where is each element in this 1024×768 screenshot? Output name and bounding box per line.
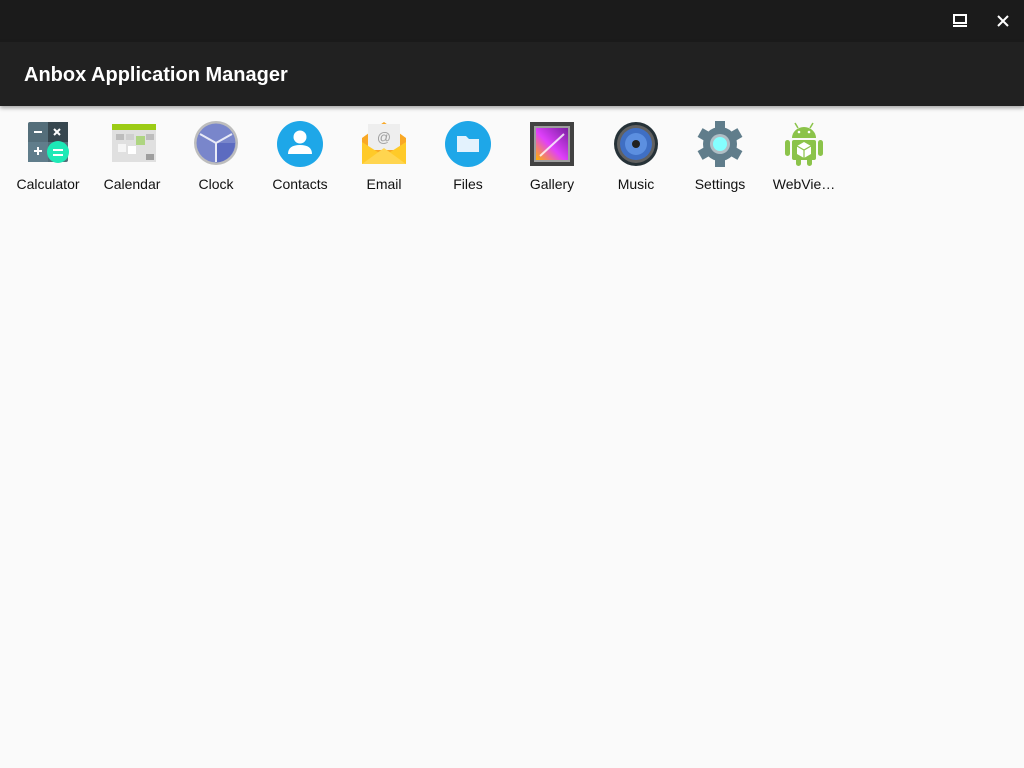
app-calendar[interactable]: Calendar: [90, 120, 174, 194]
files-icon: [445, 121, 491, 167]
app-contacts[interactable]: Contacts: [258, 120, 342, 194]
calculator-icon: [28, 122, 69, 163]
app-music[interactable]: Music: [594, 120, 678, 194]
contacts-icon: [277, 121, 323, 167]
close-icon: [997, 15, 1009, 27]
app-webview[interactable]: WebVie…: [762, 120, 846, 194]
email-icon: @: [362, 122, 406, 164]
app-clock[interactable]: Clock: [174, 120, 258, 194]
music-icon: [614, 122, 658, 166]
gallery-icon: [530, 122, 574, 166]
app-settings[interactable]: Settings: [678, 120, 762, 194]
app-label: Calendar: [103, 176, 161, 192]
app-email[interactable]: @ Email: [342, 120, 426, 194]
webview-android-icon: [785, 122, 823, 166]
app-gallery[interactable]: Gallery: [510, 120, 594, 194]
app-bar: Anbox Application Manager: [0, 42, 1024, 106]
restore-window-button[interactable]: [940, 0, 982, 42]
app-label: Email: [366, 176, 402, 192]
app-label: WebVie…: [772, 176, 836, 192]
app-calculator[interactable]: Calculator: [6, 120, 90, 194]
clock-icon: [194, 121, 238, 165]
app-label: Clock: [198, 176, 234, 192]
svg-text:@: @: [377, 129, 391, 145]
app-label: Calculator: [16, 176, 80, 192]
app-label: Music: [617, 176, 655, 192]
settings-icon: [697, 121, 743, 167]
app-label: Contacts: [272, 176, 328, 192]
close-window-button[interactable]: [982, 0, 1024, 42]
app-title: Anbox Application Manager: [24, 64, 288, 86]
restore-window-icon: [953, 14, 967, 27]
calendar-icon: [112, 124, 156, 162]
window-titlebar: [0, 0, 1024, 42]
app-label: Files: [453, 176, 483, 192]
app-label: Gallery: [529, 176, 575, 192]
app-label: Settings: [694, 176, 746, 192]
app-files[interactable]: Files: [426, 120, 510, 194]
